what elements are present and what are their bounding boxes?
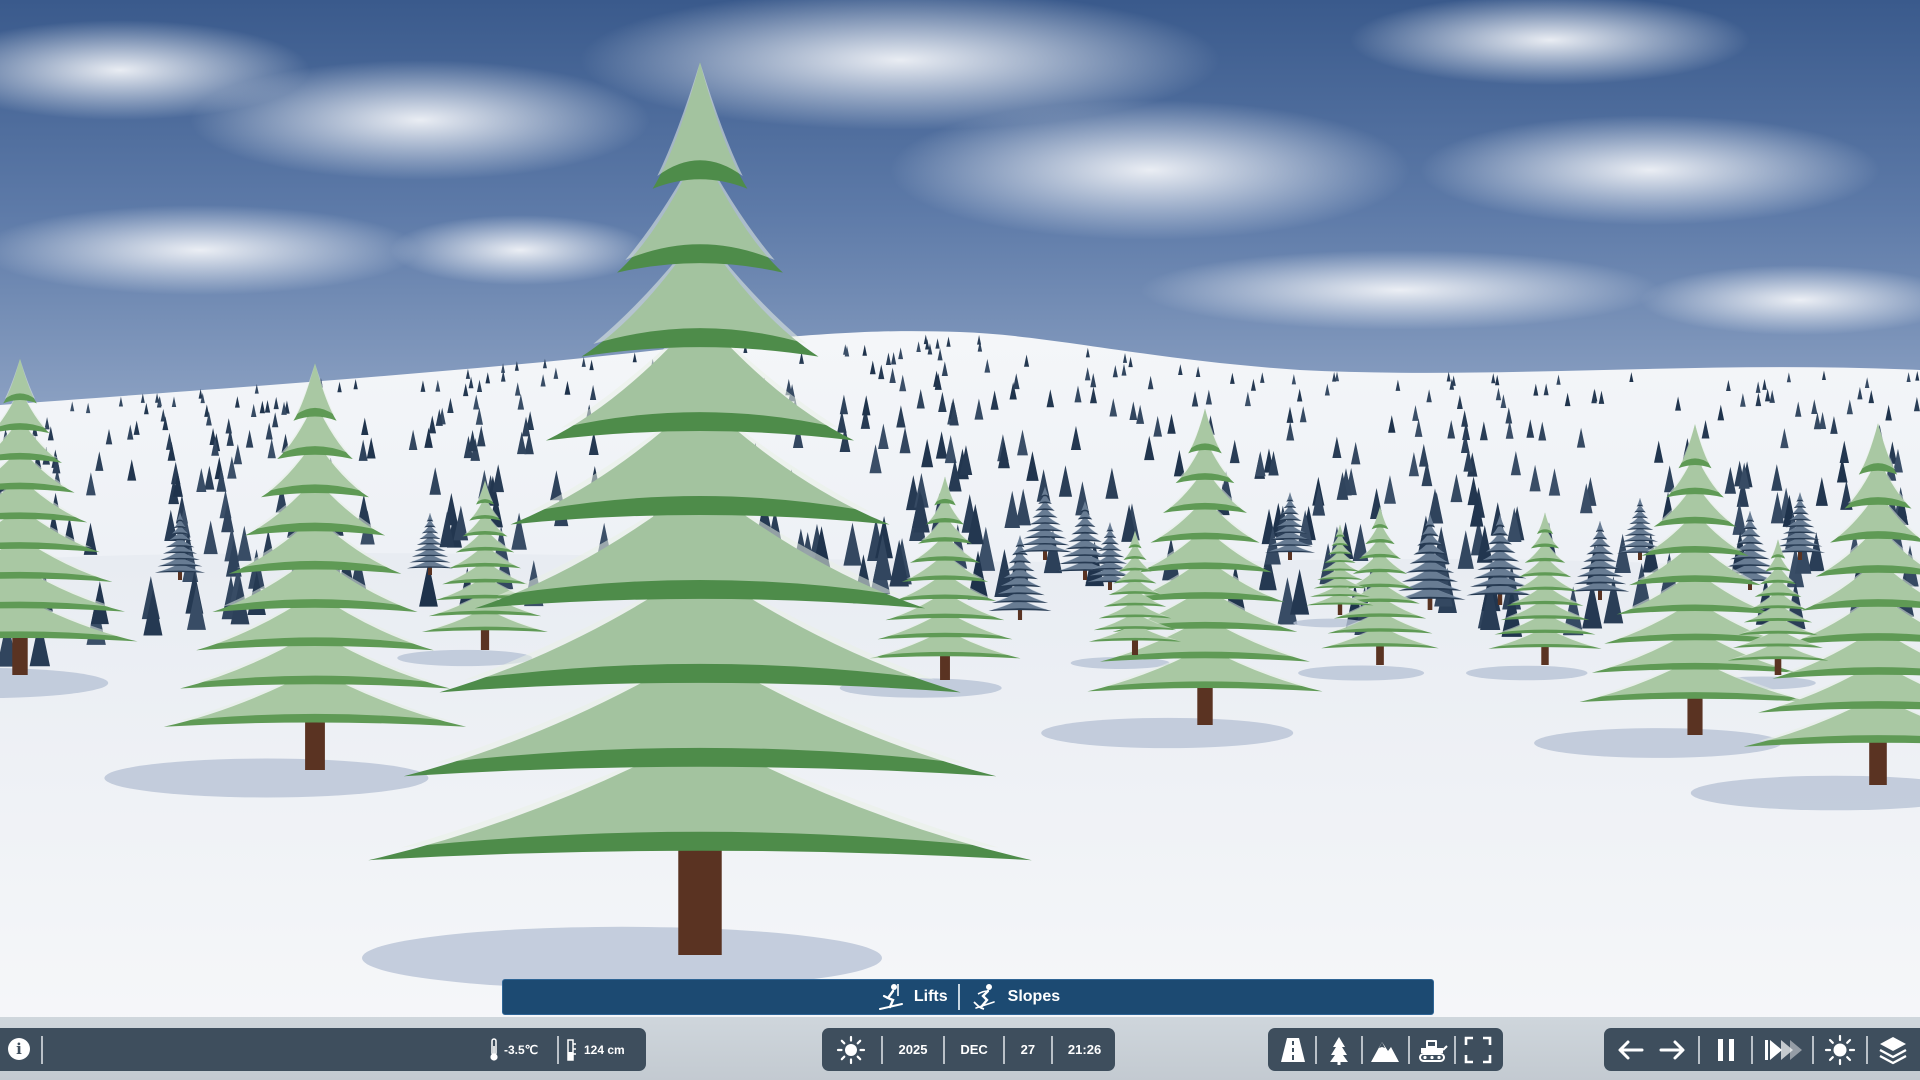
snow-depth-readout: 124 cm (566, 1028, 625, 1071)
road-button[interactable] (1277, 1034, 1309, 1066)
layers-button[interactable] (1877, 1034, 1909, 1066)
tools-divider (1315, 1035, 1318, 1064)
snow-depth-value: 124 cm (584, 1042, 625, 1057)
thermometer-icon (490, 1037, 498, 1061)
build-menu-divider (957, 984, 960, 1010)
date-month: DEC (960, 1042, 988, 1057)
lighting-button[interactable] (1824, 1034, 1856, 1066)
slopes-button[interactable]: Slopes (960, 979, 1070, 1015)
status-divider (557, 1036, 559, 1064)
road-icon (1281, 1037, 1306, 1062)
game-viewport[interactable] (0, 0, 1920, 1080)
playback-divider (1812, 1035, 1815, 1064)
tree-shadow (104, 758, 429, 798)
terrain-button[interactable] (1369, 1034, 1401, 1066)
date-day: 27 (1020, 1042, 1036, 1057)
lifts-label: Lifts (913, 988, 948, 1005)
date-year: 2025 (898, 1042, 928, 1057)
undo-button[interactable] (1615, 1034, 1647, 1066)
sun-icon[interactable] (836, 1035, 866, 1065)
trees-button[interactable] (1323, 1034, 1355, 1066)
ski-lift-icon (878, 984, 903, 1010)
pause-button[interactable] (1710, 1034, 1742, 1066)
tools-divider (1453, 1035, 1456, 1064)
tree-icon (1330, 1036, 1349, 1065)
status-panel: i -3.5℃ 124 cm (0, 1028, 646, 1071)
tree-shadow (1534, 728, 1782, 758)
playback-panel (1604, 1028, 1920, 1071)
brightness-icon (1824, 1034, 1856, 1065)
tree-shadow (1298, 665, 1425, 681)
layers-icon (1879, 1036, 1907, 1064)
clock-time: 21:26 (1067, 1042, 1102, 1057)
playback-divider (1697, 1035, 1700, 1064)
fast-forward-button[interactable] (1763, 1034, 1803, 1066)
tree-shadow (1466, 665, 1588, 681)
skier-slope-icon (973, 984, 995, 1010)
status-divider (41, 1036, 43, 1064)
date-divider (942, 1035, 945, 1064)
info-icon[interactable]: i (8, 1038, 30, 1060)
mountain-icon (1371, 1041, 1400, 1062)
arrow-right-icon (1659, 1040, 1685, 1059)
fullscreen-icon (1464, 1036, 1492, 1063)
date-divider (881, 1035, 884, 1064)
redo-button[interactable] (1656, 1034, 1688, 1066)
arrow-left-icon (1618, 1040, 1644, 1059)
tools-panel (1268, 1028, 1503, 1071)
snow-depth-icon (567, 1038, 576, 1061)
fullscreen-button[interactable] (1462, 1034, 1494, 1066)
playback-divider (1751, 1035, 1754, 1064)
groomer-button[interactable] (1416, 1034, 1448, 1066)
date-divider (1003, 1035, 1006, 1064)
date-divider (1050, 1035, 1053, 1064)
temperature-readout: -3.5℃ (488, 1028, 538, 1071)
playback-divider (1865, 1035, 1868, 1064)
temperature-value: -3.5℃ (504, 1042, 539, 1057)
lifts-button[interactable]: Lifts (866, 979, 958, 1015)
build-menu-bar: Lifts Slopes (502, 979, 1434, 1015)
snow-groomer-icon (1418, 1039, 1448, 1062)
tree-shadow (1041, 717, 1294, 749)
pause-icon (1717, 1038, 1734, 1061)
slopes-label: Slopes (1007, 988, 1061, 1005)
fast-forward-icon (1764, 1039, 1802, 1060)
tools-divider (1361, 1035, 1364, 1064)
tools-divider (1407, 1035, 1410, 1064)
date-time-panel: 2025 DEC 27 21:26 (822, 1028, 1115, 1071)
